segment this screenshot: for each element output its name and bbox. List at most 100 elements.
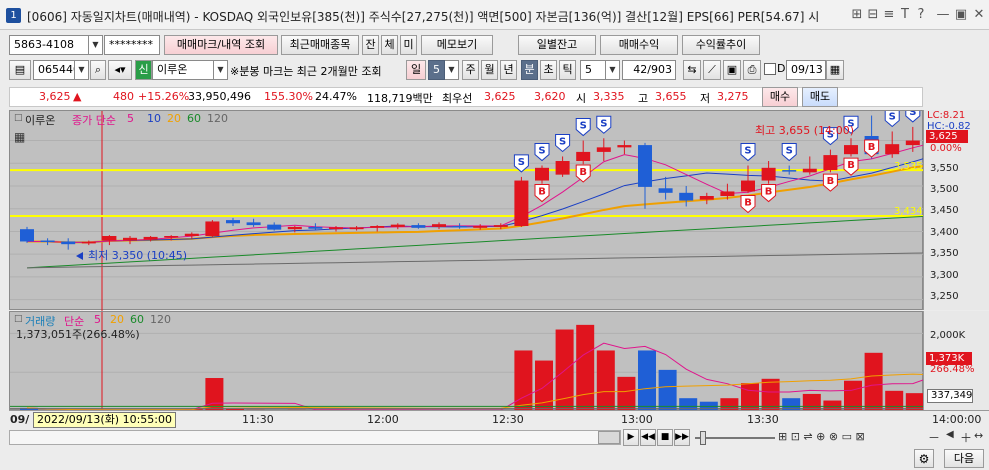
period-day-button[interactable]: 일	[406, 60, 426, 80]
close-icon[interactable]: ✕	[971, 7, 987, 23]
recent-trades-button[interactable]: 최근매매종목	[281, 35, 359, 55]
candle-body	[802, 168, 817, 173]
collapse-icon[interactable]: □	[14, 314, 23, 324]
volume-bar	[576, 324, 595, 411]
credit-badge: 신	[135, 60, 152, 80]
period-year-button[interactable]: 년	[500, 60, 517, 80]
chart-tool-icons[interactable]: ⊞ ⊡ ⇌ ⊕ ⊗ ▭ ⊠	[778, 430, 865, 443]
volume-ma-60: 60	[130, 313, 144, 326]
y-tick: 3,250	[930, 291, 959, 302]
sell-button[interactable]: 매도	[802, 87, 838, 107]
fast-forward-icon[interactable]: ▶▶	[674, 429, 690, 446]
speed-slider-thumb[interactable]	[700, 431, 706, 445]
ma-period-120: 120	[207, 112, 228, 125]
text-icon[interactable]: T	[897, 7, 913, 23]
list-icon[interactable]: ≡	[881, 7, 897, 23]
scroll-left-icon[interactable]: ◀	[946, 429, 954, 440]
stop-icon[interactable]: ■	[657, 429, 673, 446]
maximize-icon[interactable]: ▣	[953, 7, 969, 23]
candle-body	[349, 227, 364, 230]
minimize-window-icon[interactable]: ⊟	[865, 7, 881, 23]
low-price: 3,275	[717, 90, 749, 103]
grid-icon[interactable]: ⊞	[849, 7, 865, 23]
memo-button[interactable]: 메모보기	[421, 35, 493, 55]
period-tick-button[interactable]: 틱	[559, 60, 576, 80]
buy-mark-label: B	[744, 197, 752, 208]
interval-input[interactable]: 5	[580, 60, 606, 80]
gear-icon[interactable]: ⚙	[914, 449, 934, 468]
stock-code-input[interactable]: 065440	[33, 60, 75, 80]
search-icon[interactable]: ⌕	[90, 60, 106, 80]
tool-trend-icon[interactable]: ⟋	[703, 60, 721, 80]
candle-body	[370, 226, 385, 228]
y-tick: 3,400	[930, 227, 959, 238]
candle-body	[452, 226, 467, 228]
balance-button[interactable]: 잔	[362, 35, 379, 55]
price-chart-panel[interactable]: SBSSBSSSBBSSBSBSBSSS □ 이루온 종가 단순 5 10 20…	[9, 110, 924, 311]
candle-body	[844, 145, 858, 155]
zoom-out-icon[interactable]: －	[928, 429, 940, 446]
period-day-dropdown-icon[interactable]: ▼	[445, 60, 459, 80]
period-day-count[interactable]: 5	[428, 60, 445, 80]
open-label: 시	[576, 92, 587, 105]
sell-mark-label: S	[538, 146, 545, 157]
calendar-icon[interactable]: ▦	[826, 60, 844, 80]
data-count-field[interactable]: 42/903	[622, 60, 676, 80]
volume-bar	[864, 352, 883, 411]
rewind-icon[interactable]: ◀◀	[640, 429, 656, 446]
print-icon[interactable]: ⎙	[743, 60, 761, 80]
date-checkbox[interactable]	[764, 63, 776, 75]
period-minute-button[interactable]: 분	[521, 60, 538, 80]
unexecuted-button[interactable]: 미	[400, 35, 417, 55]
speed-slider[interactable]	[695, 437, 775, 439]
chart-settings-icon[interactable]: ▤	[9, 60, 31, 80]
candle-body	[555, 161, 570, 175]
y-tick: 3,450	[930, 205, 959, 216]
volume-ma-120: 120	[150, 313, 171, 326]
volume-chart-panel[interactable]: □ 거래량 단순 5 20 60 120 1,373,051주(266.48%)	[9, 311, 924, 411]
ma-period-20: 20	[167, 112, 181, 125]
cursor-time-label: 2022/09/13(화) 10:55:00	[33, 412, 177, 428]
candle-body	[514, 180, 529, 226]
return-trend-button[interactable]: 수익률추이	[682, 35, 760, 55]
stock-name-field[interactable]: 이루온	[152, 60, 214, 80]
candle-body	[658, 188, 673, 193]
sound-icon[interactable]: ◂▾	[108, 60, 132, 80]
trade-profit-button[interactable]: 매매수익	[600, 35, 678, 55]
tool-line-icon[interactable]: ⇆	[683, 60, 701, 80]
minimize-icon[interactable]: —	[935, 7, 951, 23]
ma-period-10: 10	[147, 112, 161, 125]
up-arrow-icon: ▲	[73, 90, 82, 103]
account-dropdown-icon[interactable]: ▼	[89, 35, 103, 55]
interval-dropdown-icon[interactable]: ▼	[606, 60, 620, 80]
scrollbar-thumb[interactable]	[598, 431, 620, 444]
candle-body	[143, 236, 158, 240]
candle-body	[390, 224, 405, 227]
buy-button[interactable]: 매수	[762, 87, 798, 107]
daily-balance-button[interactable]: 일별잔고	[518, 35, 596, 55]
code-dropdown-icon[interactable]: ▼	[75, 60, 89, 80]
period-second-button[interactable]: 초	[540, 60, 557, 80]
period-month-button[interactable]: 월	[481, 60, 498, 80]
next-button[interactable]: 다음	[944, 449, 984, 468]
horizontal-scrollbar[interactable]	[9, 430, 621, 445]
account-select[interactable]: 5863-4108	[9, 35, 89, 55]
save-icon[interactable]: ▣	[723, 60, 741, 80]
period-week-button[interactable]: 주	[462, 60, 479, 80]
name-dropdown-icon[interactable]: ▼	[214, 60, 228, 80]
high-label: 고	[638, 92, 649, 105]
candle-body	[267, 224, 282, 230]
password-field[interactable]: ********	[104, 35, 160, 55]
collapse-icon[interactable]: □	[14, 113, 23, 123]
scroll-right-icon[interactable]: ▶	[623, 429, 639, 446]
expand-icon[interactable]: ↔	[974, 429, 983, 442]
mark-query-button[interactable]: 매매마크/내역 조회	[164, 35, 278, 55]
executed-button[interactable]: 체	[381, 35, 398, 55]
chart-stock-name: 이루온	[25, 114, 56, 127]
date-input[interactable]: 09/13	[786, 60, 826, 80]
help-icon[interactable]: ?	[913, 7, 929, 23]
low-annotation: 최저 3,350 (10:45)	[88, 249, 188, 262]
table-toggle-icon[interactable]: ▦	[14, 130, 25, 144]
zoom-in-icon[interactable]: ＋	[960, 429, 972, 446]
candle-body	[81, 241, 96, 244]
